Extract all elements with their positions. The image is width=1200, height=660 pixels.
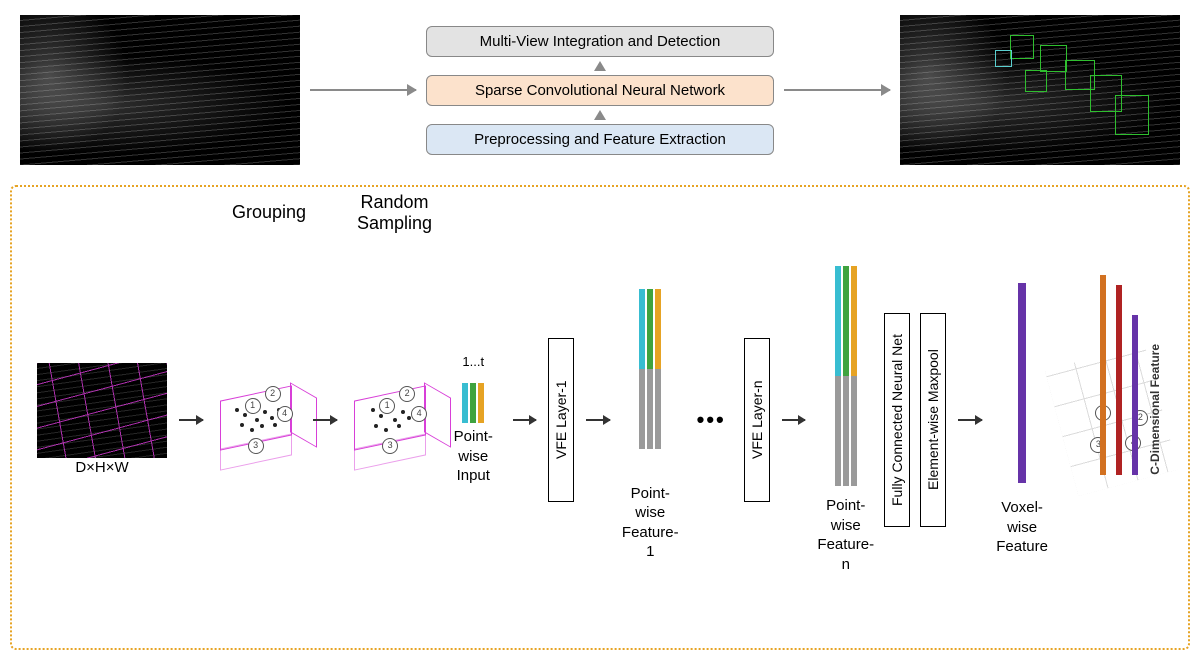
stage-pw-feature-1: Point-wise Feature-1 — [622, 279, 679, 562]
pwfn-label: Point-wise Feature-n — [817, 496, 874, 574]
output-cdim-feature: 1 2 3 4 C-Dimensional Feature — [1060, 355, 1163, 485]
cdim-label: C-Dimensional Feature — [1148, 344, 1162, 475]
voxel-block-grouping: 2 1 4 3 — [215, 378, 302, 463]
pointwise-input-label: Point-wise Input — [446, 427, 501, 486]
maxpool-box: Element-wise Maxpool — [920, 313, 946, 527]
dhw-label: D×H×W — [75, 458, 128, 478]
sampling-label: Random Sampling — [357, 192, 432, 234]
arrow-icon — [179, 419, 203, 421]
arrow-input-to-pipeline — [310, 89, 416, 91]
stage-pointwise-input: 1...t Point-wise Input — [446, 354, 501, 486]
input-lidar-image — [20, 15, 300, 165]
top-pipeline-row: Multi-View Integration and Detection Spa… — [10, 10, 1190, 170]
arrow-up-1 — [594, 61, 606, 71]
pointwise-index-label: 1...t — [462, 354, 484, 369]
feature-extraction-detail: Grouping Random Sampling D×H×W 2 1 4 3 — [10, 185, 1190, 650]
arrow-icon — [513, 419, 537, 421]
arrow-up-2 — [594, 110, 606, 120]
ellipsis-icon: ••• — [689, 407, 734, 433]
arrow-icon — [958, 419, 982, 421]
vfe-layer-1: VFE Layer-1 — [548, 338, 574, 502]
grouping-label: Grouping — [232, 202, 306, 223]
stage-pw-feature-n: Point-wise Feature-n — [817, 266, 874, 574]
voxelwise-label: Voxel-wise Feature — [994, 498, 1051, 557]
voxel-grid-image — [37, 363, 167, 458]
output-lidar-image — [900, 15, 1180, 165]
arrow-pipeline-to-output — [784, 89, 890, 91]
fcnn-box: Fully Connected Neural Net — [884, 313, 910, 527]
arrow-icon — [586, 419, 610, 421]
pipeline-box-preprocessing: Preprocessing and Feature Extraction — [426, 124, 774, 155]
arrow-icon — [313, 419, 337, 421]
pipeline-box-detection: Multi-View Integration and Detection — [426, 26, 774, 57]
pwf1-label: Point-wise Feature-1 — [622, 484, 679, 562]
vfe-layer-n: VFE Layer-n — [744, 338, 770, 502]
stage-voxelwise-feature: Voxel-wise Feature — [994, 283, 1051, 557]
stage-voxel-input: D×H×W — [37, 363, 167, 478]
arrow-icon — [782, 419, 806, 421]
detection-boxes-overlay — [900, 15, 1180, 165]
pipeline-box-sparse-cnn: Sparse Convolutional Neural Network — [426, 75, 774, 106]
voxel-block-sampling: 2 1 4 3 — [349, 378, 436, 463]
pipeline-stack: Multi-View Integration and Detection Spa… — [426, 26, 774, 155]
